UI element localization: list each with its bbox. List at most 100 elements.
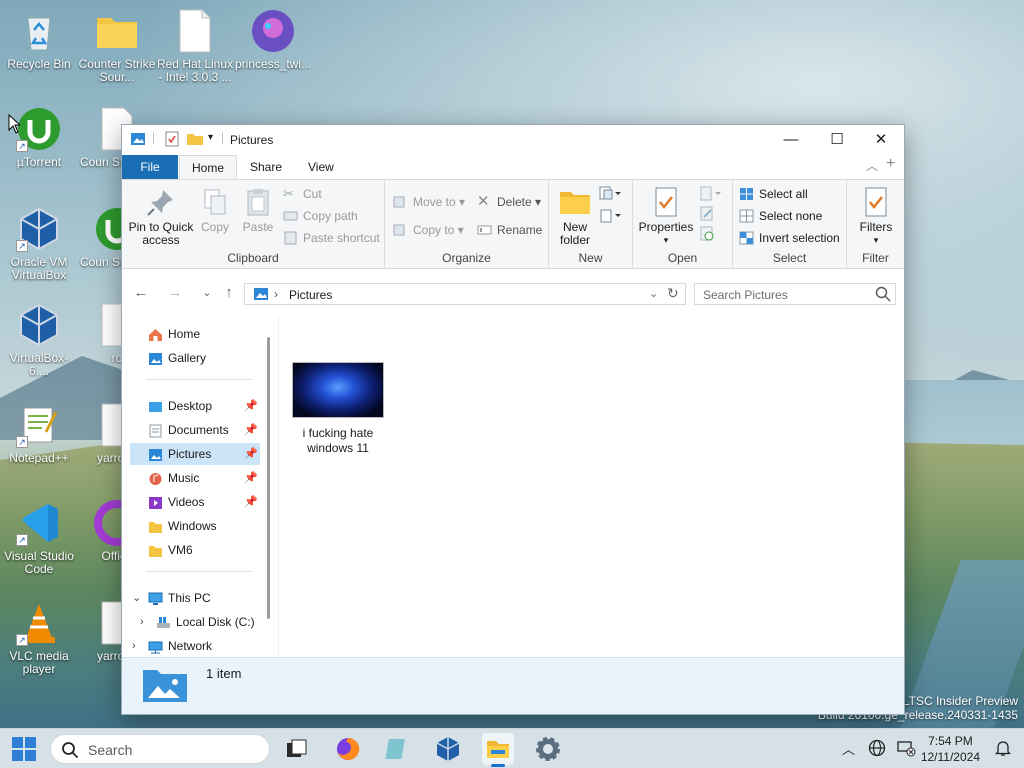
chevron-right-icon[interactable]: › [140, 611, 144, 633]
desktop-icon-princess[interactable]: princess_twi... [234, 8, 312, 71]
collapse-ribbon-icon[interactable]: ︿ [866, 157, 878, 174]
vscode-icon: ↗ [16, 500, 62, 546]
taskbar-search-placeholder: Search [88, 742, 133, 758]
task-view-button[interactable] [280, 733, 312, 765]
cut-button[interactable]: ✂ Cut [283, 184, 322, 204]
desktop-icon-oracle-vm[interactable]: ↗ Oracle VM VirtualBox [0, 206, 78, 282]
taskbar-firefox[interactable] [332, 733, 364, 765]
desktop-icon-vlc[interactable]: ↗ VLC media player [0, 600, 78, 676]
select-all-button[interactable]: Select all [739, 184, 808, 204]
notepad-icon [385, 739, 405, 759]
copy-button[interactable]: Copy [198, 186, 232, 234]
desktop-icon-vscode[interactable]: ↗ Visual Studio Code [0, 500, 78, 576]
address-bar[interactable]: › Pictures ⌄ ↻ [244, 283, 686, 305]
language-globe-icon[interactable] [868, 739, 886, 760]
pin-icon[interactable]: 📌 [244, 395, 258, 417]
taskbar-virtualbox[interactable] [432, 733, 464, 765]
customize-toolbar-icon[interactable]: ▾ [208, 132, 213, 143]
file-item[interactable]: i fucking hate windows 11 [291, 362, 385, 456]
nav-item-this-pc[interactable]: ⌄ This PC [130, 587, 260, 609]
copy-path-button[interactable]: Copy path [283, 206, 358, 226]
rename-button[interactable]: Rename [477, 220, 542, 240]
invert-selection-button[interactable]: Invert selection [739, 228, 840, 248]
select-none-label: Select none [759, 209, 823, 223]
nav-item-music[interactable]: Music 📌 [130, 467, 260, 489]
group-label: Organize [442, 251, 491, 265]
breadcrumb-pictures[interactable]: Pictures [289, 288, 332, 302]
start-button[interactable] [12, 737, 36, 761]
tab-share[interactable]: Share [238, 155, 294, 179]
paste-shortcut-label: Paste shortcut [303, 231, 380, 245]
pin-icon[interactable]: 📌 [244, 491, 258, 513]
help-plus-icon[interactable]: + [886, 155, 895, 173]
nav-item-documents[interactable]: Documents 📌 [130, 419, 260, 441]
tab-file[interactable]: File [122, 155, 178, 179]
desktop-icon-label: Notepad++ [9, 451, 69, 465]
close-button[interactable]: ✕ [858, 125, 904, 155]
refresh-icon[interactable]: ↻ [667, 285, 679, 302]
address-dropdown-icon[interactable]: ⌄ [649, 287, 658, 300]
new-folder-label: New folder [559, 220, 591, 247]
edit-icon[interactable] [699, 206, 715, 225]
nav-item-network[interactable]: › Network [130, 635, 260, 657]
chevron-down-icon[interactable]: ⌄ [132, 587, 141, 609]
notification-bell-icon[interactable] [994, 739, 1012, 760]
copy-to-button[interactable]: Copy to ▾ [393, 220, 464, 240]
delete-button[interactable]: ✕ Delete ▾ [477, 192, 541, 212]
clock[interactable]: 7:54 PM 12/11/2024 [921, 733, 980, 765]
title-bar[interactable]: | ▾ | Pictures — ☐ ✕ [122, 125, 904, 155]
nav-item-home[interactable]: Home [130, 323, 260, 345]
show-hidden-icons-chevron[interactable]: ︿ [842, 739, 855, 758]
nav-videos-label: Videos [168, 495, 205, 509]
network-disconnected-icon[interactable] [896, 739, 916, 760]
paste-button[interactable]: Paste [238, 186, 278, 234]
desktop-icon-counter-strike[interactable]: Counter Strike Sour... [78, 8, 156, 84]
new-folder-icon[interactable] [186, 131, 204, 150]
nav-item-videos[interactable]: Videos 📌 [130, 491, 260, 513]
taskbar-settings[interactable] [532, 733, 564, 765]
nav-item-pictures[interactable]: Pictures 📌 [130, 443, 260, 465]
new-folder-button[interactable]: New folder [555, 186, 595, 247]
easy-access-icon[interactable] [599, 208, 621, 227]
taskbar-file-explorer[interactable] [482, 733, 514, 767]
tab-view[interactable]: View [296, 155, 346, 179]
new-item-icon[interactable] [599, 186, 621, 205]
pin-icon[interactable]: 📌 [244, 443, 258, 465]
desktop-icon-virtualbox-installer[interactable]: VirtualBox-6.... [0, 302, 78, 378]
taskbar-search[interactable]: Search [50, 734, 270, 764]
open-icon[interactable] [699, 186, 721, 205]
history-icon[interactable] [699, 226, 715, 245]
minimize-button[interactable]: — [768, 125, 814, 155]
desktop-icon-notepad-plus-plus[interactable]: ↗ Notepad++ [0, 402, 78, 465]
file-list-area[interactable]: i fucking hate windows 11 [279, 317, 904, 657]
nav-item-desktop[interactable]: Desktop 📌 [130, 395, 260, 417]
toolbar-divider: | [221, 130, 225, 144]
move-to-button[interactable]: Move to ▾ [393, 192, 465, 212]
forward-button[interactable]: → [164, 283, 186, 305]
recent-locations-button[interactable]: ⌄ [196, 283, 218, 305]
desktop-icon-red-hat[interactable]: Red Hat Linux - Intel 3.0.3 ... [156, 8, 234, 84]
search-box[interactable]: Search Pictures [694, 283, 896, 305]
desktop-icon-label: Oracle VM VirtualBox [10, 255, 68, 282]
nav-item-local-disk[interactable]: › Local Disk (C:) [130, 611, 260, 633]
up-button[interactable]: ↑ [218, 283, 240, 305]
chevron-right-icon[interactable]: › [132, 635, 136, 657]
nav-item-vm6[interactable]: VM6 [130, 539, 260, 561]
taskbar-notepad[interactable] [382, 733, 414, 765]
nav-scrollbar[interactable] [267, 337, 270, 619]
nav-item-gallery[interactable]: Gallery [130, 347, 260, 369]
desktop-icon-recycle-bin[interactable]: Recycle Bin [0, 8, 78, 71]
back-button[interactable]: ← [130, 283, 152, 305]
properties-button[interactable]: Properties ▾ [637, 186, 695, 247]
filters-button[interactable]: Filters ▾ [853, 186, 899, 247]
nav-item-windows[interactable]: Windows [130, 515, 260, 537]
maximize-button[interactable]: ☐ [814, 125, 860, 155]
pin-icon[interactable]: 📌 [244, 467, 258, 489]
pin-icon[interactable]: 📌 [244, 419, 258, 441]
properties-check-icon[interactable] [164, 131, 180, 150]
tab-home[interactable]: Home [179, 155, 238, 179]
paste-shortcut-button[interactable]: Paste shortcut [283, 228, 380, 248]
select-none-button[interactable]: Select none [739, 206, 822, 226]
pin-to-quick-access-button[interactable]: Pin to Quick access [128, 186, 194, 247]
pin-icon [145, 186, 177, 218]
